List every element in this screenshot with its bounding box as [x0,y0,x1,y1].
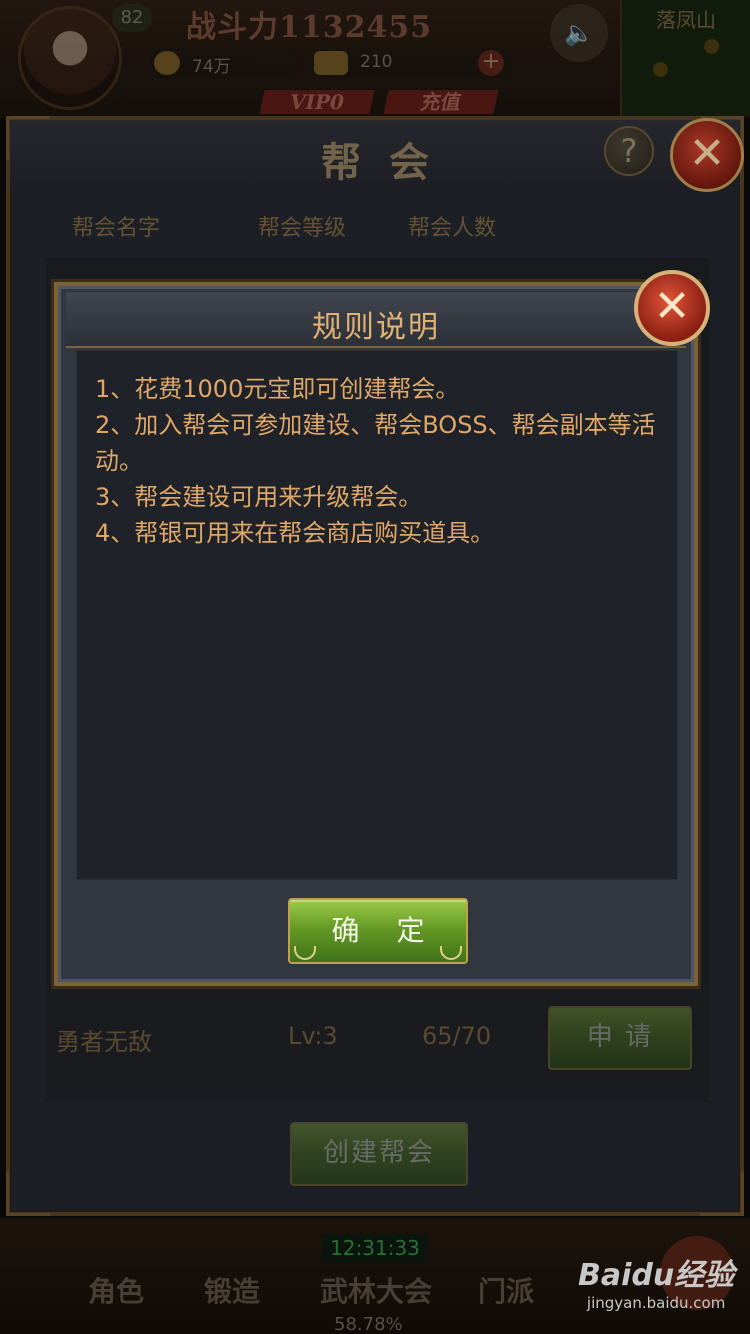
dialog-title: 规则说明 [312,310,440,345]
confirm-button-label: 确 定 [331,914,439,947]
rules-dialog: 规则说明 ✕ 1、花费1000元宝即可创建帮会。 2、加入帮会可参加建设、帮会B… [54,270,710,986]
watermark-domain: jingyan.baidu.com [586,1294,726,1312]
rule-item: 1、花费1000元宝即可创建帮会。 [95,375,460,403]
rule-item: 2、加入帮会可参加建设、帮会BOSS、帮会副本等活动。 [95,411,656,475]
dialog-title-bar: 规则说明 [66,292,686,348]
watermark-brand: Baidu经验 [578,1258,735,1293]
ornament-icon [294,946,316,960]
rule-item: 3、帮会建设可用来升级帮会。 [95,483,423,511]
confirm-button[interactable]: 确 定 [288,898,468,964]
rules-text-area: 1、花费1000元宝即可创建帮会。 2、加入帮会可参加建设、帮会BOSS、帮会副… [76,350,678,880]
dialog-close-button[interactable]: ✕ [634,270,710,346]
baidu-watermark: Baidu经验 jingyan.baidu.com [578,1250,734,1312]
rule-item: 4、帮银可用来在帮会商店购买道具。 [95,519,495,547]
ornament-icon [440,946,462,960]
